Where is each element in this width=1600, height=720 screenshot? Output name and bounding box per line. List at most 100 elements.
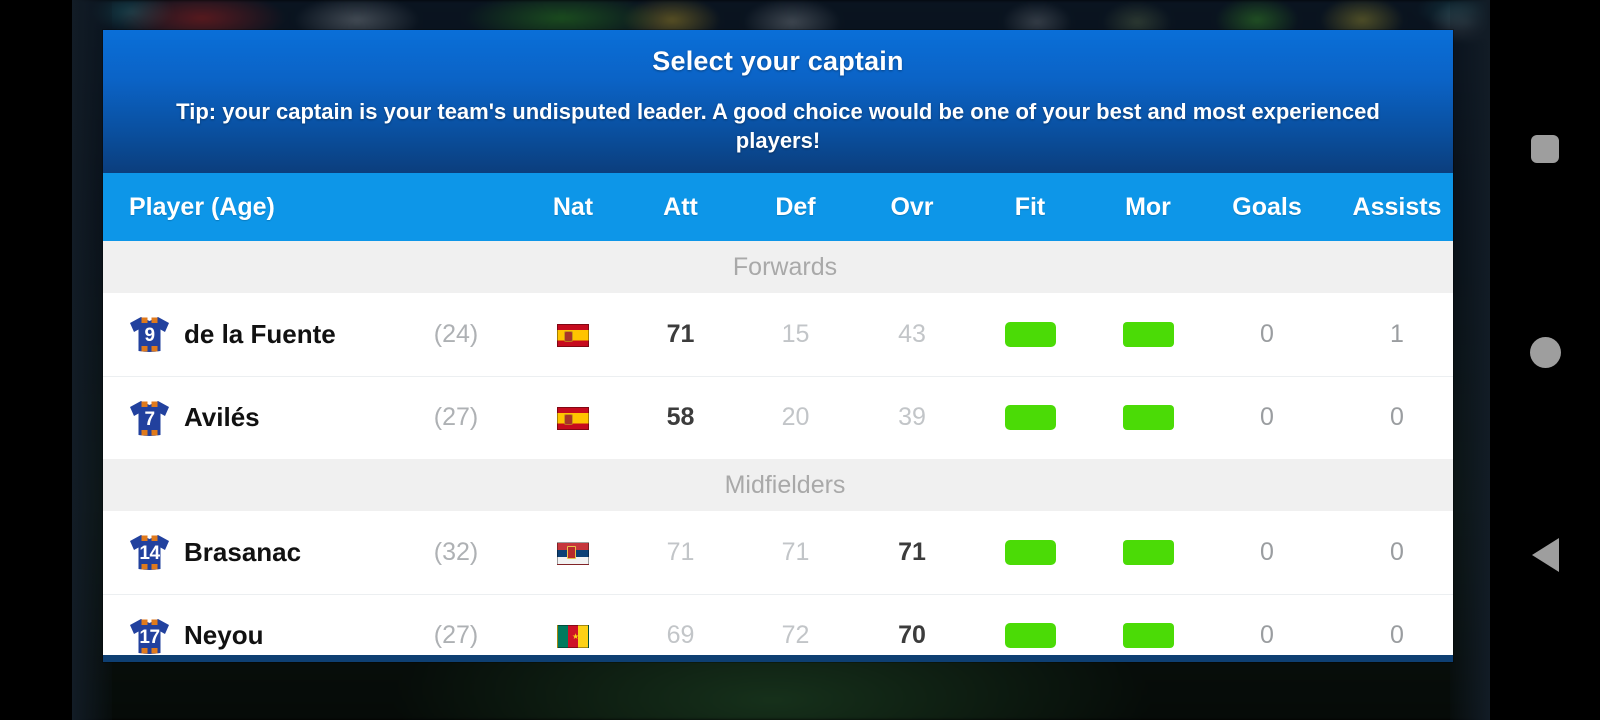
stat-morale (1089, 375, 1207, 460)
dialog-tip-text: Tip: your captain is your team's undispu… (176, 99, 1380, 154)
morale-bar (1122, 539, 1174, 565)
stat-def: 71 (738, 511, 853, 595)
column-header-def[interactable]: Def (738, 173, 853, 241)
flag-serbia-icon (557, 541, 589, 565)
device-bezel-left (0, 0, 72, 720)
stat-def: 20 (738, 375, 853, 460)
player-age: (32) (403, 511, 523, 595)
jersey-number: 14 (139, 543, 160, 565)
jersey-number: 7 (144, 408, 155, 430)
player-nationality (523, 293, 623, 377)
dialog-title: Select your captain (652, 46, 904, 76)
jersey-number: 17 (139, 626, 160, 648)
jersey-icon: 9 (129, 314, 170, 354)
home-circle-icon (1529, 336, 1561, 368)
device-screen: Select your captain Tip: your captain is… (0, 0, 1600, 720)
background-right-shade (1450, 0, 1490, 720)
column-header-ovr[interactable]: Ovr (853, 173, 971, 241)
dialog-header: Select your captain Tip: your captain is… (103, 30, 1453, 174)
column-header-player[interactable]: Player (Age) (103, 173, 403, 241)
morale-bar (1122, 321, 1174, 347)
stat-ovr: 71 (853, 511, 971, 595)
stat-assists: 0 (1327, 511, 1453, 595)
flag-spain-icon (557, 407, 589, 431)
stat-goals: 0 (1207, 511, 1327, 595)
stat-fitness (971, 511, 1089, 595)
section-header-row: Forwards (103, 241, 1453, 294)
stat-morale (1089, 593, 1207, 662)
column-header-age (403, 173, 523, 241)
flag-cameroon-icon: ★ (557, 625, 589, 649)
jersey-icon: 14 (129, 532, 170, 572)
column-header-nat[interactable]: Nat (523, 173, 623, 241)
select-captain-dialog: Select your captain Tip: your captain is… (103, 30, 1453, 662)
section-header-row: Midfielders (103, 459, 1453, 512)
player-cell[interactable]: 17 Neyou (103, 593, 403, 662)
player-nationality (523, 511, 623, 595)
table-body: Forwards 9 de la Fuente (24) 71 15 43 0 1 7 Avilés… (103, 241, 1453, 662)
recents-square-icon (1531, 135, 1559, 163)
player-nationality: ★ (523, 593, 623, 662)
stat-fitness (971, 293, 1089, 377)
jersey-icon: 17 (129, 616, 170, 656)
player-row[interactable]: 7 Avilés (27) 58 20 39 0 0 (103, 375, 1453, 460)
android-navigation-bar (1490, 0, 1600, 720)
player-cell[interactable]: 9 de la Fuente (103, 293, 403, 377)
player-age: (27) (403, 593, 523, 662)
stat-ovr: 43 (853, 293, 971, 377)
home-button[interactable] (1490, 325, 1600, 379)
back-triangle-icon (1531, 538, 1559, 572)
column-header-goals[interactable]: Goals (1207, 173, 1327, 241)
stat-morale (1089, 293, 1207, 377)
player-name: Neyou (184, 620, 264, 651)
player-name: de la Fuente (184, 318, 336, 349)
fitness-bar (1004, 623, 1056, 649)
back-button[interactable] (1490, 528, 1600, 582)
morale-bar (1122, 623, 1174, 649)
table-header: Player (Age) Nat Att Def Ovr Fit Mor Goa… (103, 173, 1453, 242)
stat-att: 58 (623, 375, 738, 460)
column-header-fit[interactable]: Fit (971, 173, 1089, 241)
stat-att: 71 (623, 293, 738, 377)
player-name: Brasanac (184, 536, 302, 567)
stat-goals: 0 (1207, 375, 1327, 460)
player-row[interactable]: 9 de la Fuente (24) 71 15 43 0 1 (103, 293, 1453, 377)
section-header-label: Midfielders (103, 459, 1453, 512)
jersey-number: 9 (144, 325, 155, 347)
stat-att: 69 (623, 593, 738, 662)
flag-spain-icon (557, 323, 589, 347)
fitness-bar (1004, 405, 1056, 431)
stat-def: 72 (738, 593, 853, 662)
stat-def: 15 (738, 293, 853, 377)
player-cell[interactable]: 14 Brasanac (103, 511, 403, 595)
stat-goals: 0 (1207, 593, 1327, 662)
fitness-bar (1004, 321, 1056, 347)
player-nationality (523, 375, 623, 460)
stat-assists: 0 (1327, 593, 1453, 662)
player-age: (24) (403, 293, 523, 377)
column-header-att[interactable]: Att (623, 173, 738, 241)
stat-ovr: 39 (853, 375, 971, 460)
jersey-icon: 7 (129, 398, 170, 438)
morale-bar (1122, 405, 1174, 431)
player-name: Avilés (184, 402, 260, 433)
stat-goals: 0 (1207, 293, 1327, 377)
stat-assists: 1 (1327, 293, 1453, 377)
player-row[interactable]: 17 Neyou (27) ★ 69 72 70 0 0 (103, 593, 1453, 662)
stat-att: 71 (623, 511, 738, 595)
recents-button[interactable] (1490, 122, 1600, 176)
player-row[interactable]: 14 Brasanac (32) 71 71 71 0 0 (103, 511, 1453, 595)
player-age: (27) (403, 375, 523, 460)
stat-ovr: 70 (853, 593, 971, 662)
column-header-assists[interactable]: Assists (1327, 173, 1453, 241)
player-table: Player (Age) Nat Att Def Ovr Fit Mor Goa… (103, 173, 1453, 662)
stat-morale (1089, 511, 1207, 595)
player-cell[interactable]: 7 Avilés (103, 375, 403, 460)
stat-assists: 0 (1327, 375, 1453, 460)
table-header-row: Player (Age) Nat Att Def Ovr Fit Mor Goa… (103, 173, 1453, 242)
stat-fitness (971, 375, 1089, 460)
stat-fitness (971, 593, 1089, 662)
column-header-mor[interactable]: Mor (1089, 173, 1207, 241)
dialog-bottom-edge (103, 655, 1453, 662)
section-header-label: Forwards (103, 241, 1453, 294)
